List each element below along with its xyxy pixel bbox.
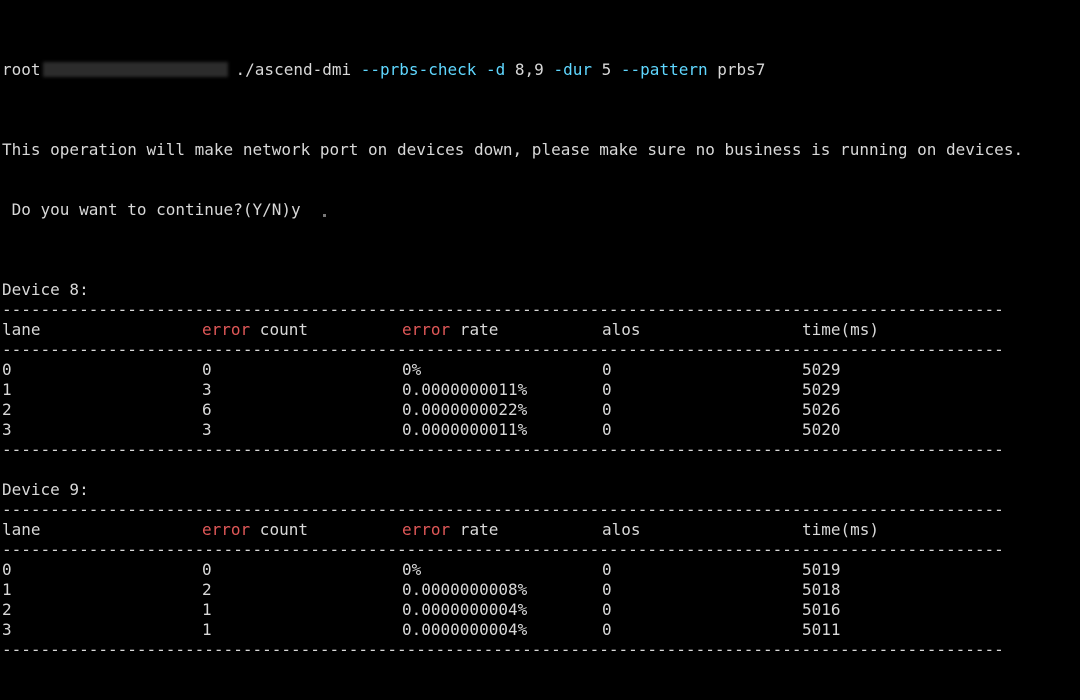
device-results: Device 8: -------------------------------…: [2, 280, 1080, 660]
table-row: 1 2 0.0000000008% 0 5018: [2, 580, 1080, 600]
table-row: 2 1 0.0000000004% 0 5016: [2, 600, 1080, 620]
cell-alos: 0: [602, 360, 612, 379]
cell-error-count: 0: [202, 360, 212, 379]
cell-error-count: 1: [202, 620, 212, 639]
cell-alos: 0: [602, 580, 612, 599]
separator-line: ----------------------------------------…: [2, 500, 1005, 519]
terminal-window[interactable]: root ./ascend-dmi --prbs-check -d 8,9 -du…: [0, 0, 1080, 659]
cell-error-count: 3: [202, 420, 212, 439]
cell-time: 5018: [802, 580, 841, 599]
flag-device: -d: [486, 60, 506, 79]
cell-error-rate: 0%: [402, 560, 422, 579]
header-error-count: error count: [202, 320, 402, 340]
cell-error-rate: 0.0000000004%: [402, 600, 528, 619]
header-count-word: count: [250, 320, 308, 339]
cell-alos: 0: [602, 620, 612, 639]
redacted-hostname: [42, 62, 228, 77]
header-error-count: error count: [202, 520, 402, 540]
cell-lane: 1: [2, 580, 12, 599]
cell-error-rate: 0.0000000011%: [402, 420, 528, 439]
header-lane: lane: [2, 520, 41, 539]
cell-lane: 1: [2, 380, 12, 399]
prompt-user: root: [2, 60, 41, 79]
cell-alos: 0: [602, 560, 612, 579]
device-label: Device 8:: [2, 280, 89, 299]
header-time: time(ms): [802, 520, 880, 539]
cell-lane: 3: [2, 620, 12, 639]
table-row: 0 0 0% 0 5029: [2, 360, 1080, 380]
separator-line: ----------------------------------------…: [2, 640, 1005, 659]
arg-duration: 5: [601, 60, 612, 79]
cursor: [322, 214, 326, 217]
header-alos: alos: [602, 520, 641, 539]
cell-error-rate: 0.0000000004%: [402, 620, 528, 639]
cell-time: 5016: [802, 600, 841, 619]
cell-alos: 0: [602, 400, 612, 419]
header-error-word: error: [402, 520, 451, 539]
warning-message: This operation will make network port on…: [2, 140, 1024, 159]
continue-prompt-text: Do you want to continue?(Y/N)y: [2, 200, 301, 219]
arg-pattern: prbs7: [717, 60, 766, 79]
table-row: 1 3 0.0000000011% 0 5029: [2, 380, 1080, 400]
cell-time: 5026: [802, 400, 841, 419]
cell-time: 5029: [802, 380, 841, 399]
cell-lane: 2: [2, 600, 12, 619]
header-error-rate: error rate: [402, 320, 602, 340]
separator-line: ----------------------------------------…: [2, 440, 1005, 459]
cell-time: 5029: [802, 360, 841, 379]
cell-error-count: 1: [202, 600, 212, 619]
command-line: root ./ascend-dmi --prbs-check -d 8,9 -du…: [2, 60, 1080, 80]
continue-prompt: Do you want to continue?(Y/N)y: [2, 200, 1080, 220]
cell-error-rate: 0%: [402, 360, 422, 379]
arg-device: 8,9: [514, 60, 544, 79]
table-row: 2 6 0.0000000022% 0 5026: [2, 400, 1080, 420]
cell-lane: 2: [2, 400, 12, 419]
device-label: Device 9:: [2, 480, 89, 499]
flag-pattern: --pattern: [620, 60, 708, 79]
cell-lane: 3: [2, 420, 12, 439]
cell-error-count: 6: [202, 400, 212, 419]
cell-alos: 0: [602, 420, 612, 439]
header-error-rate: error rate: [402, 520, 602, 540]
header-rate-word: rate: [450, 520, 499, 539]
header-alos: alos: [602, 320, 641, 339]
header-rate-word: rate: [450, 320, 499, 339]
header-count-word: count: [250, 520, 308, 539]
cell-alos: 0: [602, 600, 612, 619]
cell-alos: 0: [602, 380, 612, 399]
table-header: lane error count error rate alos time(ms): [2, 520, 1080, 540]
command-name: ./ascend-dmi: [235, 60, 352, 79]
header-time: time(ms): [802, 320, 880, 339]
header-error-word: error: [202, 520, 251, 539]
cell-error-count: 0: [202, 560, 212, 579]
flag-prbs-check: --prbs-check: [360, 60, 477, 79]
flag-duration: -dur: [553, 60, 592, 79]
table-row: 3 1 0.0000000004% 0 5011: [2, 620, 1080, 640]
cell-lane: 0: [2, 560, 12, 579]
header-error-word: error: [402, 320, 451, 339]
header-error-word: error: [202, 320, 251, 339]
cell-error-rate: 0.0000000011%: [402, 380, 528, 399]
table-row: 0 0 0% 0 5019: [2, 560, 1080, 580]
cell-error-rate: 0.0000000022%: [402, 400, 528, 419]
table-row: 3 3 0.0000000011% 0 5020: [2, 420, 1080, 440]
cell-time: 5011: [802, 620, 841, 639]
cell-error-rate: 0.0000000008%: [402, 580, 528, 599]
cell-time: 5019: [802, 560, 841, 579]
separator-line: ----------------------------------------…: [2, 540, 1005, 559]
cell-time: 5020: [802, 420, 841, 439]
separator-line: ----------------------------------------…: [2, 300, 1005, 319]
cell-lane: 0: [2, 360, 12, 379]
cell-error-count: 2: [202, 580, 212, 599]
table-header: lane error count error rate alos time(ms): [2, 320, 1080, 340]
cell-error-count: 3: [202, 380, 212, 399]
separator-line: ----------------------------------------…: [2, 340, 1005, 359]
header-lane: lane: [2, 320, 41, 339]
